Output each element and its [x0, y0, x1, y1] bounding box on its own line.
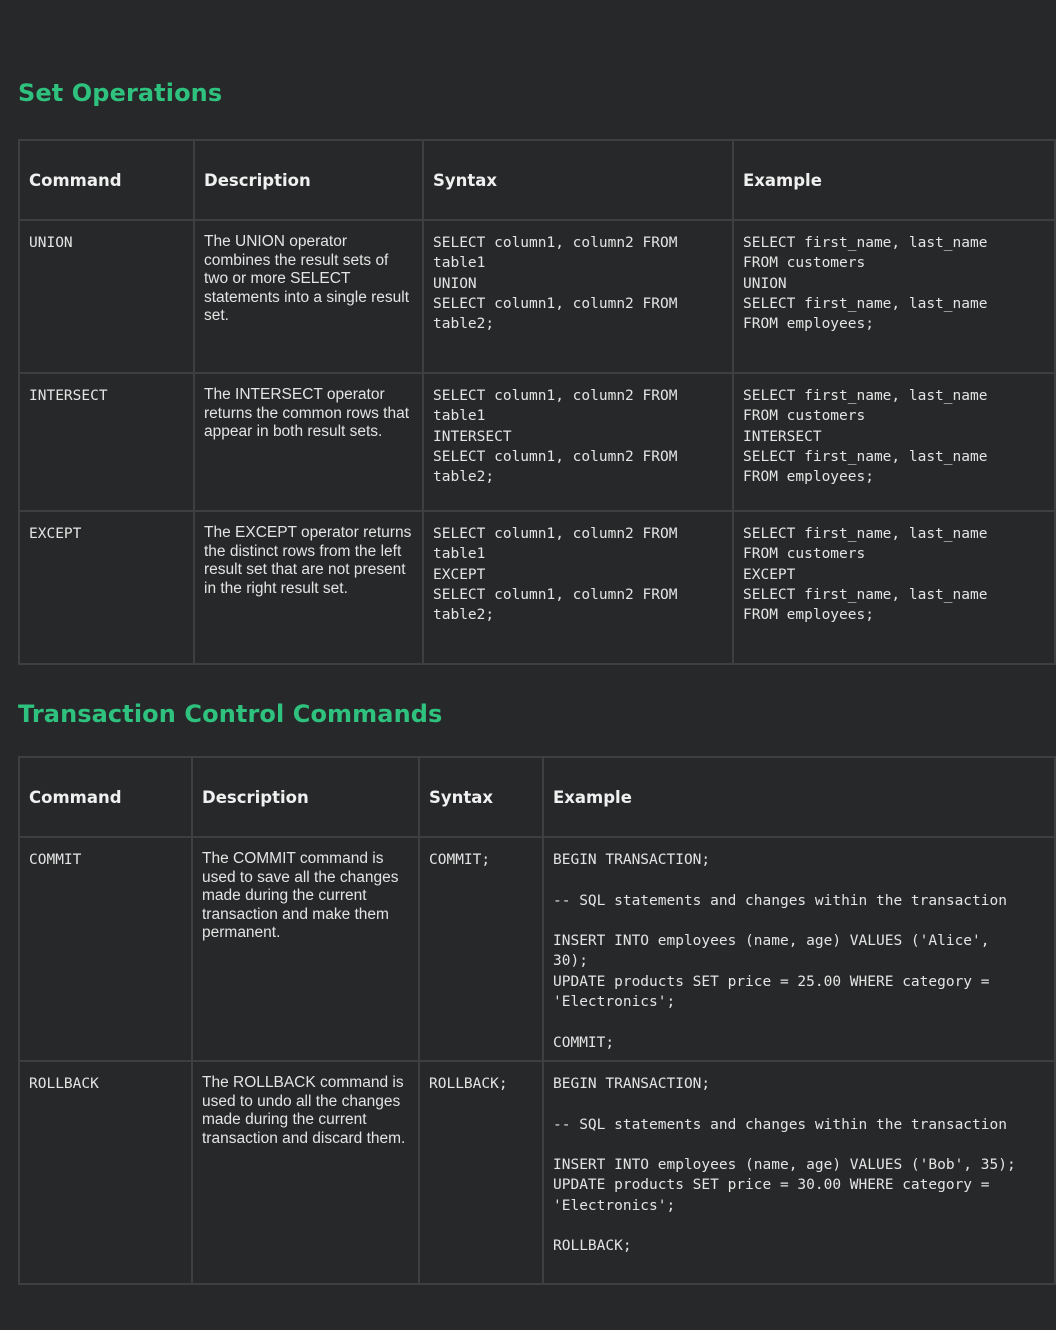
command-example: SELECT first_name, last_name FROM custom… [743, 526, 988, 624]
command-description: The INTERSECT operator returns the commo… [204, 386, 410, 441]
column-header-syntax: Syntax [418, 756, 544, 838]
section-title-set-operations: Set Operations [18, 79, 223, 107]
column-header-command: Command [18, 756, 193, 838]
description-cell: The ROLLBACK command is used to undo all… [191, 1060, 420, 1285]
table-row-intersect: INTERSECT The INTERSECT operator returns… [18, 372, 1056, 512]
description-cell: The EXCEPT operator returns the distinct… [193, 510, 424, 665]
command-syntax: SELECT column1, column2 FROM table1 UNIO… [433, 235, 678, 333]
set-operations-table: Command Description Syntax Example UNION… [18, 139, 1056, 665]
example-cell: BEGIN TRANSACTION; -- SQL statements and… [542, 1060, 1056, 1285]
command-description: The EXCEPT operator returns the distinct… [204, 524, 412, 597]
command-syntax: COMMIT; [429, 852, 491, 868]
command-name: ROLLBACK [29, 1076, 99, 1092]
transaction-control-table: Command Description Syntax Example COMMI… [18, 756, 1056, 1285]
example-cell: SELECT first_name, last_name FROM custom… [732, 219, 1056, 374]
column-header-example: Example [542, 756, 1056, 838]
command-name: COMMIT [29, 852, 82, 868]
table-row-except: EXCEPT The EXCEPT operator returns the d… [18, 510, 1056, 665]
command-example: SELECT first_name, last_name FROM custom… [743, 388, 988, 486]
section-title-transaction-control: Transaction Control Commands [18, 700, 443, 728]
column-header-command: Command [18, 139, 195, 221]
table-row-union: UNION The UNION operator combines the re… [18, 219, 1056, 374]
column-header-description: Description [191, 756, 420, 838]
example-cell: BEGIN TRANSACTION; -- SQL statements and… [542, 836, 1056, 1062]
command-cell: UNION [18, 219, 195, 374]
description-cell: The COMMIT command is used to save all t… [191, 836, 420, 1062]
syntax-cell: ROLLBACK; [418, 1060, 544, 1285]
table-header-row: Command Description Syntax Example [18, 756, 1056, 838]
command-syntax: SELECT column1, column2 FROM table1 EXCE… [433, 526, 678, 624]
table-row-commit: COMMIT The COMMIT command is used to sav… [18, 836, 1056, 1062]
command-cell: INTERSECT [18, 372, 195, 512]
command-cell: COMMIT [18, 836, 193, 1062]
command-description: The COMMIT command is used to save all t… [202, 850, 399, 942]
syntax-cell: SELECT column1, column2 FROM table1 EXCE… [422, 510, 734, 665]
command-cell: EXCEPT [18, 510, 195, 665]
command-description: The UNION operator combines the result s… [204, 233, 410, 325]
command-name: EXCEPT [29, 526, 82, 542]
command-example: BEGIN TRANSACTION; -- SQL statements and… [553, 1076, 1016, 1255]
command-name: INTERSECT [29, 388, 108, 404]
syntax-cell: SELECT column1, column2 FROM table1 UNIO… [422, 219, 734, 374]
syntax-cell: COMMIT; [418, 836, 544, 1062]
column-header-syntax: Syntax [422, 139, 734, 221]
column-header-description: Description [193, 139, 424, 221]
command-example: BEGIN TRANSACTION; -- SQL statements and… [553, 852, 1007, 1051]
command-example: SELECT first_name, last_name FROM custom… [743, 235, 988, 333]
description-cell: The INTERSECT operator returns the commo… [193, 372, 424, 512]
table-header-row: Command Description Syntax Example [18, 139, 1056, 221]
command-syntax: ROLLBACK; [429, 1076, 508, 1092]
syntax-cell: SELECT column1, column2 FROM table1 INTE… [422, 372, 734, 512]
description-cell: The UNION operator combines the result s… [193, 219, 424, 374]
example-cell: SELECT first_name, last_name FROM custom… [732, 372, 1056, 512]
command-description: The ROLLBACK command is used to undo all… [202, 1074, 406, 1147]
command-name: UNION [29, 235, 73, 251]
column-header-example: Example [732, 139, 1056, 221]
command-cell: ROLLBACK [18, 1060, 193, 1285]
table-row-rollback: ROLLBACK The ROLLBACK command is used to… [18, 1060, 1056, 1285]
command-syntax: SELECT column1, column2 FROM table1 INTE… [433, 388, 678, 486]
example-cell: SELECT first_name, last_name FROM custom… [732, 510, 1056, 665]
